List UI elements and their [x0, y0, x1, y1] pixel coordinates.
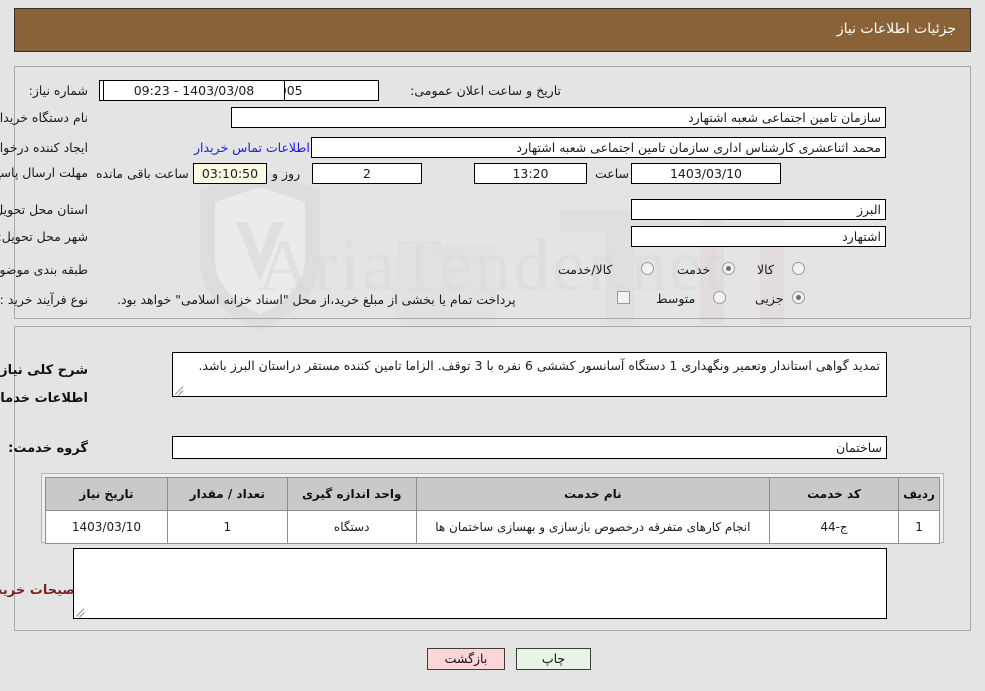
deadline-hour-label: ساعت	[595, 166, 630, 181]
services-heading: اطلاعات خدمات مورد نیاز	[0, 391, 88, 406]
process-option-motavaset-label: متوسط	[656, 291, 696, 306]
announce-label: تاریخ و ساعت اعلان عمومی:	[410, 83, 561, 98]
category-radio-kala-khedmat[interactable]	[641, 262, 654, 275]
category-option-khedmat-label: خدمت	[677, 262, 711, 277]
buyer-org-value: سازمان تامین اجتماعی شعبه اشتهارد	[231, 107, 886, 128]
cell-service-name: انجام کارهای متفرقه درخصوص بازسازی و بهس…	[415, 510, 770, 544]
col-header-row-no: ردیف	[898, 477, 940, 511]
buyer-contact-link[interactable]: اطلاعات تماس خریدار	[194, 140, 310, 155]
description-textarea[interactable]: تمدید گواهی استاندار وتعمیر ونگهداری 1 د…	[172, 352, 887, 397]
description-resize-handle[interactable]	[174, 384, 186, 396]
cell-quantity: 1	[166, 510, 288, 544]
deadline-date-value: 1403/03/10	[631, 163, 781, 184]
services-table: ردیف کد خدمت نام خدمت واحد اندازه گیری ت…	[45, 477, 940, 544]
countdown-value: 03:10:50	[193, 163, 267, 184]
need-info-panel	[14, 66, 971, 319]
category-radio-kala[interactable]	[792, 262, 805, 275]
buyer-org-label: نام دستگاه خریدار:	[0, 110, 88, 125]
remaining-days-value: 2	[312, 163, 422, 184]
table-header-row: ردیف کد خدمت نام خدمت واحد اندازه گیری ت…	[45, 477, 940, 511]
page-root: AriaTender.net جزئیات اطلاعات نیاز شماره…	[0, 0, 985, 691]
category-option-kala-label: کالا	[757, 262, 774, 277]
col-header-service-code: کد خدمت	[768, 477, 900, 511]
deadline-label-line1: مهلت ارسال پاسخ: تا تاریخ:	[0, 165, 88, 180]
request-creator-label: ایجاد کننده درخواست:	[0, 140, 88, 155]
province-value: البرز	[631, 199, 886, 220]
process-radio-motavaset[interactable]	[713, 291, 726, 304]
category-option-kala-khedmat-label: کالا/خدمت	[558, 262, 613, 277]
category-radio-khedmat[interactable]	[722, 262, 735, 275]
col-header-service-name: نام خدمت	[415, 477, 770, 511]
need-number-label: شماره نیاز:	[28, 83, 88, 98]
service-group-label: گروه خدمت:	[8, 441, 88, 456]
page-title: جزئیات اطلاعات نیاز	[836, 21, 956, 37]
treasury-checkbox[interactable]	[617, 291, 630, 304]
col-header-need-date: تاریخ نیاز	[45, 477, 168, 511]
announce-value: 1403/03/08 - 09:23	[103, 80, 285, 101]
city-value: اشتهارد	[631, 226, 886, 247]
request-creator-value: محمد اثناعشری کارشناس اداری سازمان تامین…	[311, 137, 886, 158]
countdown-label: ساعت باقی مانده	[96, 166, 189, 181]
print-button[interactable]: چاپ	[516, 648, 591, 670]
process-option-jozei-label: جزیی	[755, 291, 784, 306]
table-row: 1 ج-44 انجام کارهای متفرقه درخصوص بازساز…	[45, 510, 940, 544]
process-type-label: نوع فرآیند خرید :	[0, 292, 88, 307]
cell-need-date: 1403/03/10	[45, 510, 168, 544]
buyer-notes-resize-handle[interactable]	[75, 606, 87, 618]
process-radio-jozei[interactable]	[792, 291, 805, 304]
cell-unit: دستگاه	[286, 510, 417, 544]
buyer-notes-textarea[interactable]	[73, 548, 887, 619]
cell-service-code: ج-44	[768, 510, 900, 544]
cell-row-no: 1	[898, 510, 940, 544]
back-button[interactable]: بازگشت	[427, 648, 505, 670]
deadline-time-value: 13:20	[474, 163, 587, 184]
window-titlebar: جزئیات اطلاعات نیاز	[14, 8, 971, 52]
service-group-value: ساختمان	[172, 436, 887, 459]
city-label: شهر محل تحویل:	[0, 229, 88, 244]
description-label: شرح کلی نیاز:	[0, 363, 88, 378]
remaining-days-label: روز و	[272, 166, 301, 181]
col-header-unit: واحد اندازه گیری	[286, 477, 417, 511]
province-label: استان محل تحویل:	[0, 202, 88, 217]
treasury-note-label: پرداخت تمام یا بخشی از مبلغ خرید،از محل …	[117, 292, 516, 307]
col-header-quantity: تعداد / مقدار	[166, 477, 288, 511]
category-label: طبقه بندی موضوعی:	[0, 262, 88, 277]
